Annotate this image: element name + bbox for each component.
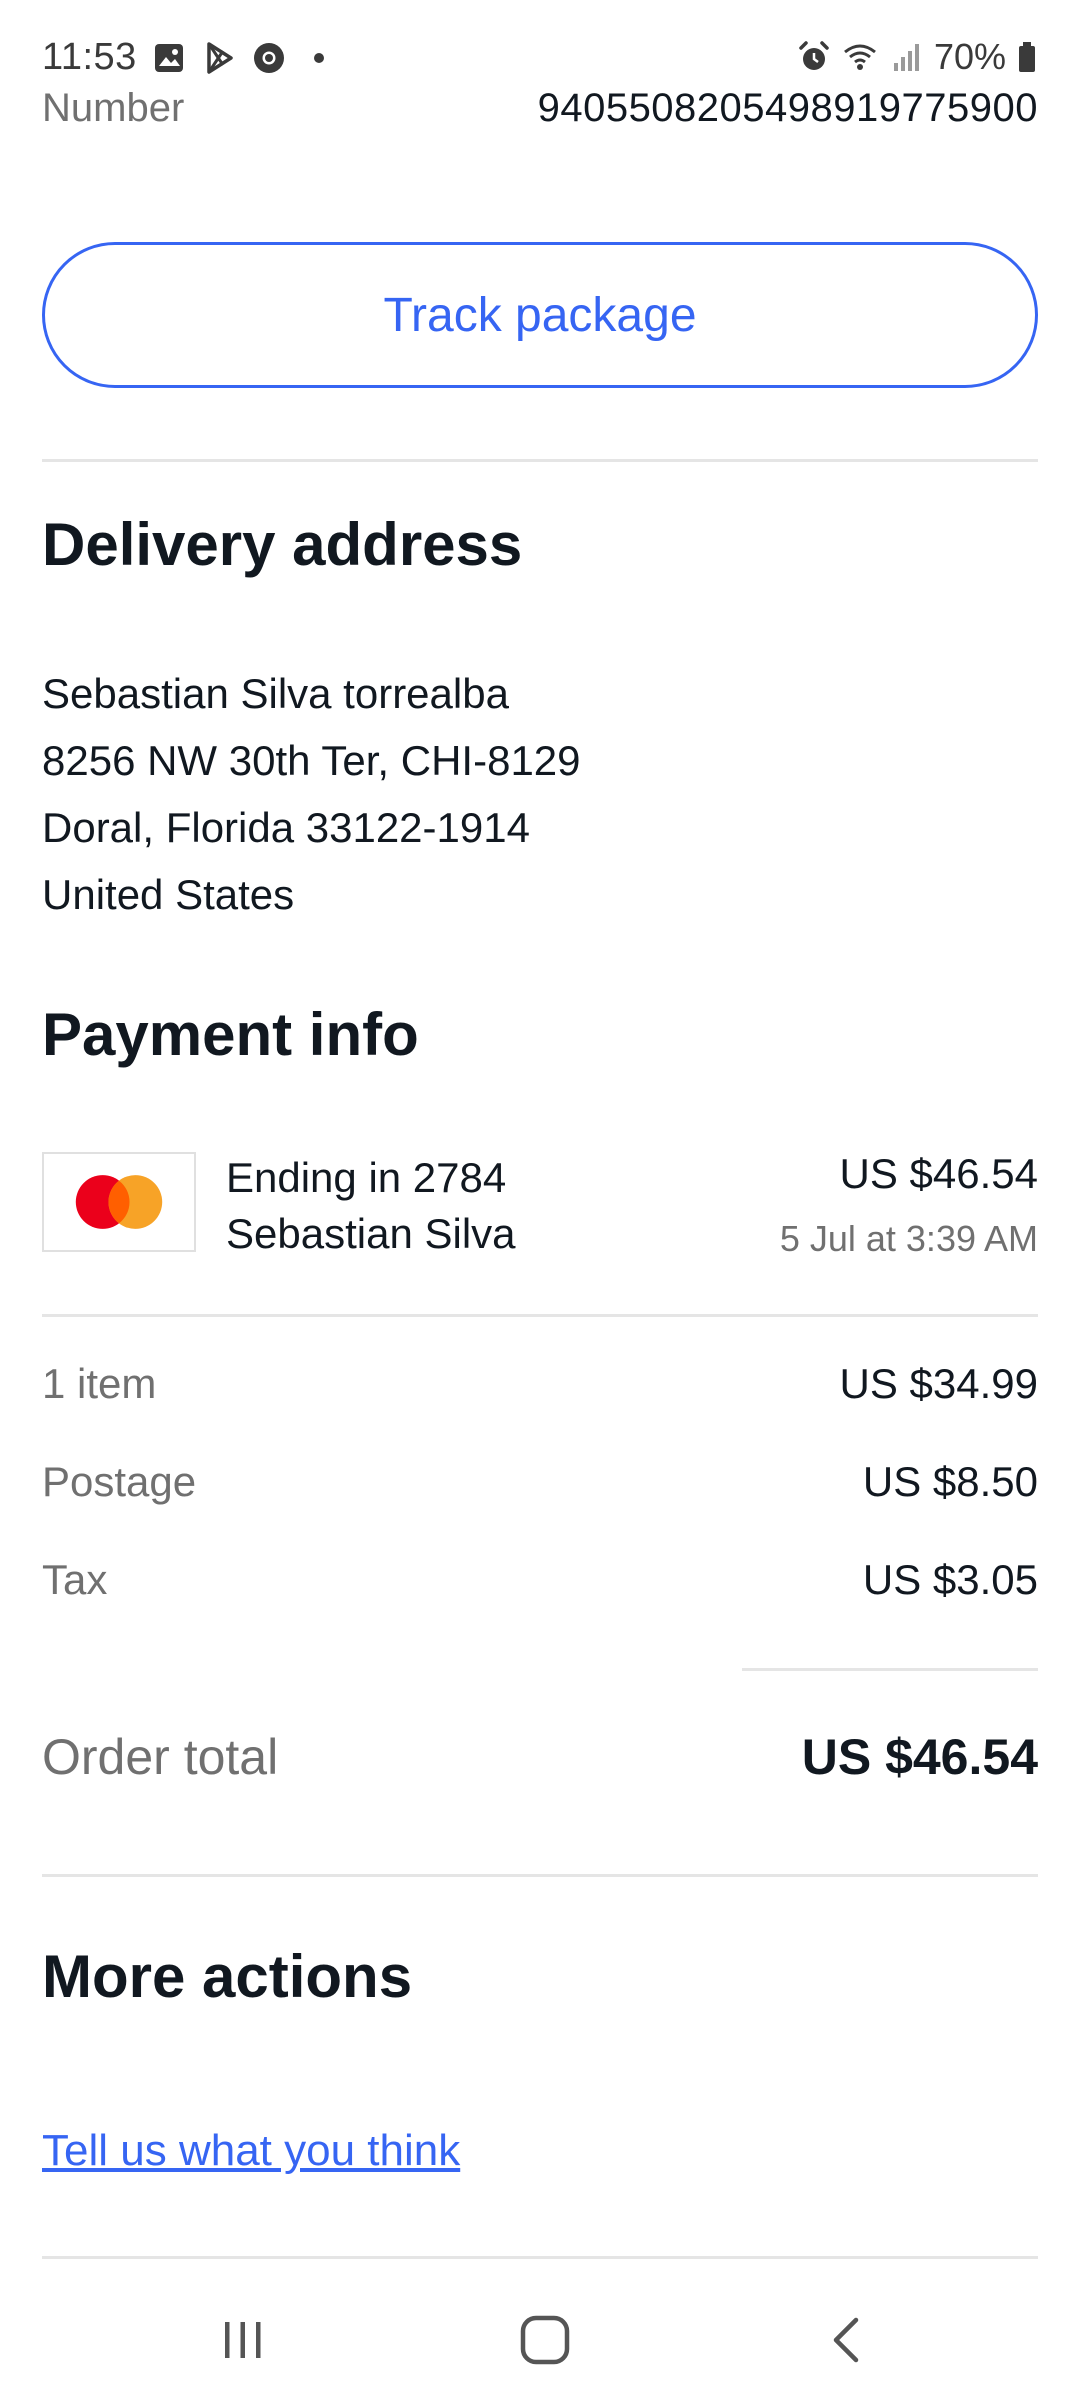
mastercard-icon	[42, 1152, 196, 1252]
recent-apps-icon[interactable]	[203, 2300, 283, 2380]
summary-value: US $8.50	[862, 1458, 1038, 1505]
summary-row-items: 1 item US $34.99	[42, 1360, 1038, 1420]
payment-card-details: Ending in 2784 Sebastian Silva	[226, 1150, 516, 1262]
address-country: United States	[42, 871, 295, 918]
more-actions-title: More actions	[42, 1943, 413, 2010]
divider	[42, 459, 1038, 462]
summary-row-postage: Postage US $8.50	[42, 1458, 1038, 1518]
order-details-page: 11:53 70% Number 9405508205498919775900 …	[0, 0, 1080, 2400]
payment-date: 5 Jul at 3:39 AM	[779, 1218, 1038, 1259]
order-total-label: Order total	[42, 1729, 279, 1785]
home-icon[interactable]	[505, 2300, 585, 2380]
summary-label: 1 item	[42, 1360, 157, 1407]
signal-icon	[888, 39, 924, 75]
delivery-address-title: Delivery address	[42, 511, 523, 578]
feedback-link[interactable]: Tell us what you think	[42, 2126, 460, 2176]
battery-percent: 70%	[933, 36, 1006, 77]
payment-info-title: Payment info	[42, 1001, 419, 1068]
summary-value: US $3.05	[862, 1556, 1038, 1603]
delivery-address: Sebastian Silva torrealba 8256 NW 30th T…	[42, 660, 581, 928]
dot-icon	[301, 40, 337, 76]
card-ending: Ending in 2784	[226, 1154, 507, 1201]
divider	[42, 1314, 1038, 1317]
alarm-icon	[796, 39, 832, 75]
summary-row-tax: Tax US $3.05	[42, 1556, 1038, 1616]
order-total-row: Order total US $46.54	[42, 1728, 1038, 1798]
status-time: 11:53	[42, 36, 137, 78]
tracking-number-row: Number 9405508205498919775900	[42, 86, 1038, 146]
chrome-icon	[251, 40, 287, 76]
card-holder: Sebastian Silva	[226, 1210, 516, 1257]
summary-value: US $34.99	[839, 1360, 1038, 1407]
gallery-icon	[151, 40, 187, 76]
system-nav-bar	[0, 2272, 1080, 2400]
battery-icon	[1016, 39, 1038, 75]
back-icon[interactable]	[808, 2300, 888, 2380]
divider	[42, 1874, 1038, 1877]
status-left: 11:53	[42, 36, 337, 79]
status-right: 70%	[796, 36, 1038, 78]
order-total-value: US $46.54	[801, 1729, 1038, 1785]
address-city: Doral, Florida 33122-1914	[42, 804, 530, 851]
subtotal-divider	[742, 1668, 1038, 1671]
play-store-icon	[201, 40, 237, 76]
tracking-number-label: Number	[42, 86, 185, 130]
summary-label: Tax	[42, 1556, 108, 1603]
address-name: Sebastian Silva torrealba	[42, 670, 509, 717]
payment-amount: US $46.54	[839, 1150, 1038, 1197]
tracking-number-value: 9405508205498919775900	[537, 86, 1038, 130]
summary-label: Postage	[42, 1458, 197, 1505]
address-street: 8256 NW 30th Ter, CHI-8129	[42, 737, 581, 784]
wifi-icon	[842, 39, 878, 75]
divider	[42, 2256, 1038, 2259]
track-package-button[interactable]: Track package	[42, 242, 1038, 388]
